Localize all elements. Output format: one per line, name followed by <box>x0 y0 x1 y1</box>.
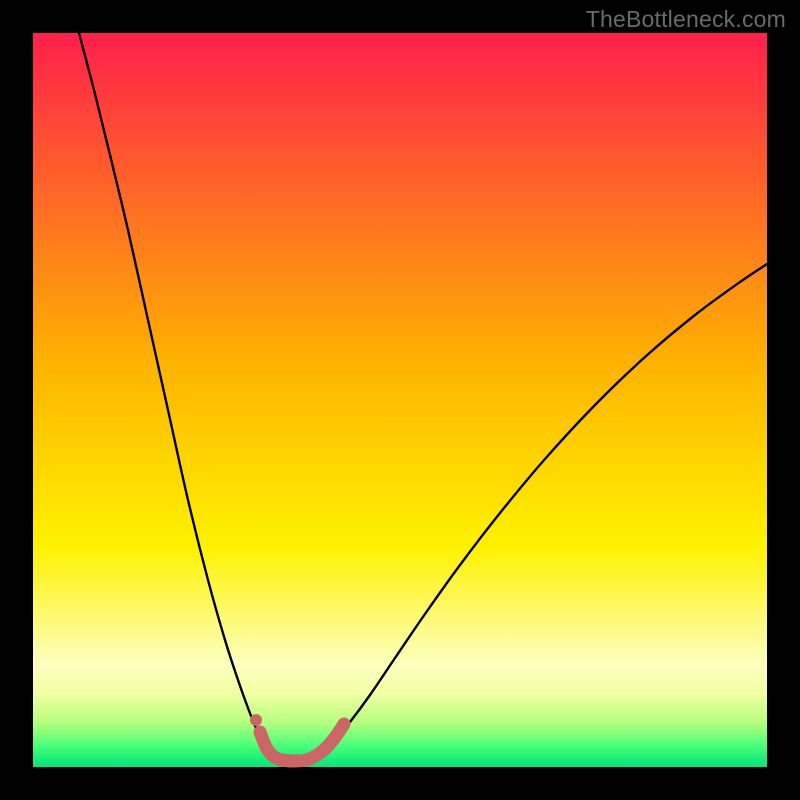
bottleneck-chart <box>0 0 800 800</box>
highlight-dot <box>250 714 262 726</box>
plot-background <box>33 33 767 767</box>
watermark-label: TheBottleneck.com <box>586 6 786 33</box>
chart-stage: TheBottleneck.com <box>0 0 800 800</box>
